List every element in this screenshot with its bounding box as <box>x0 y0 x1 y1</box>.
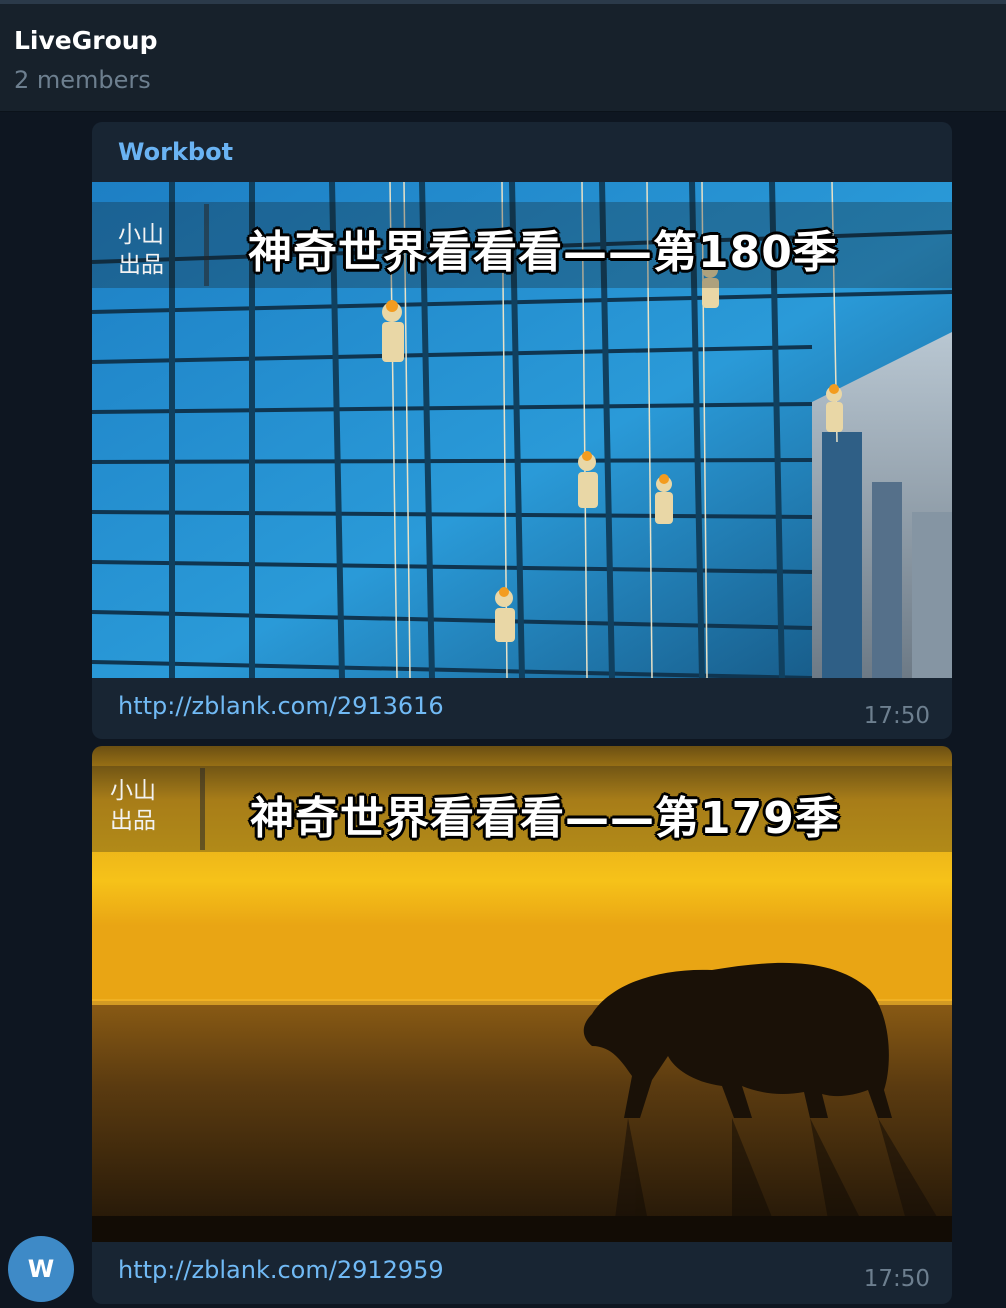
sender-name[interactable]: Workbot <box>118 138 233 166</box>
link-preview-image[interactable]: 小山 出品 神奇世界看看看——第180季 <box>92 182 952 678</box>
message-link[interactable]: http://zblank.com/2912959 <box>118 1256 444 1284</box>
chat-header[interactable]: LiveGroup 2 members <box>0 0 1006 112</box>
photo-caption: 神奇世界看看看——第179季 <box>250 793 840 844</box>
avatar[interactable]: W <box>8 1236 74 1302</box>
watermark-logo: 小山 出品 <box>118 222 164 278</box>
message-time: 17:50 <box>863 703 930 729</box>
member-count: 2 members <box>14 66 151 94</box>
message-link[interactable]: http://zblank.com/2913616 <box>118 692 444 720</box>
message-bubble: 小山 出品 神奇世界看看看——第179季 http://zblank.com/2… <box>92 746 952 1304</box>
chat-title[interactable]: LiveGroup <box>14 26 157 55</box>
photo-caption: 神奇世界看看看——第180季 <box>248 227 838 278</box>
watermark-logo: 小山 出品 <box>110 778 156 834</box>
message-time: 17:50 <box>863 1266 930 1292</box>
message-bubble: Workbot 小山 出品 神奇世界看看看——第180季 http://zbla… <box>92 122 952 739</box>
link-preview-image[interactable]: 小山 出品 神奇世界看看看——第179季 <box>92 746 952 1242</box>
